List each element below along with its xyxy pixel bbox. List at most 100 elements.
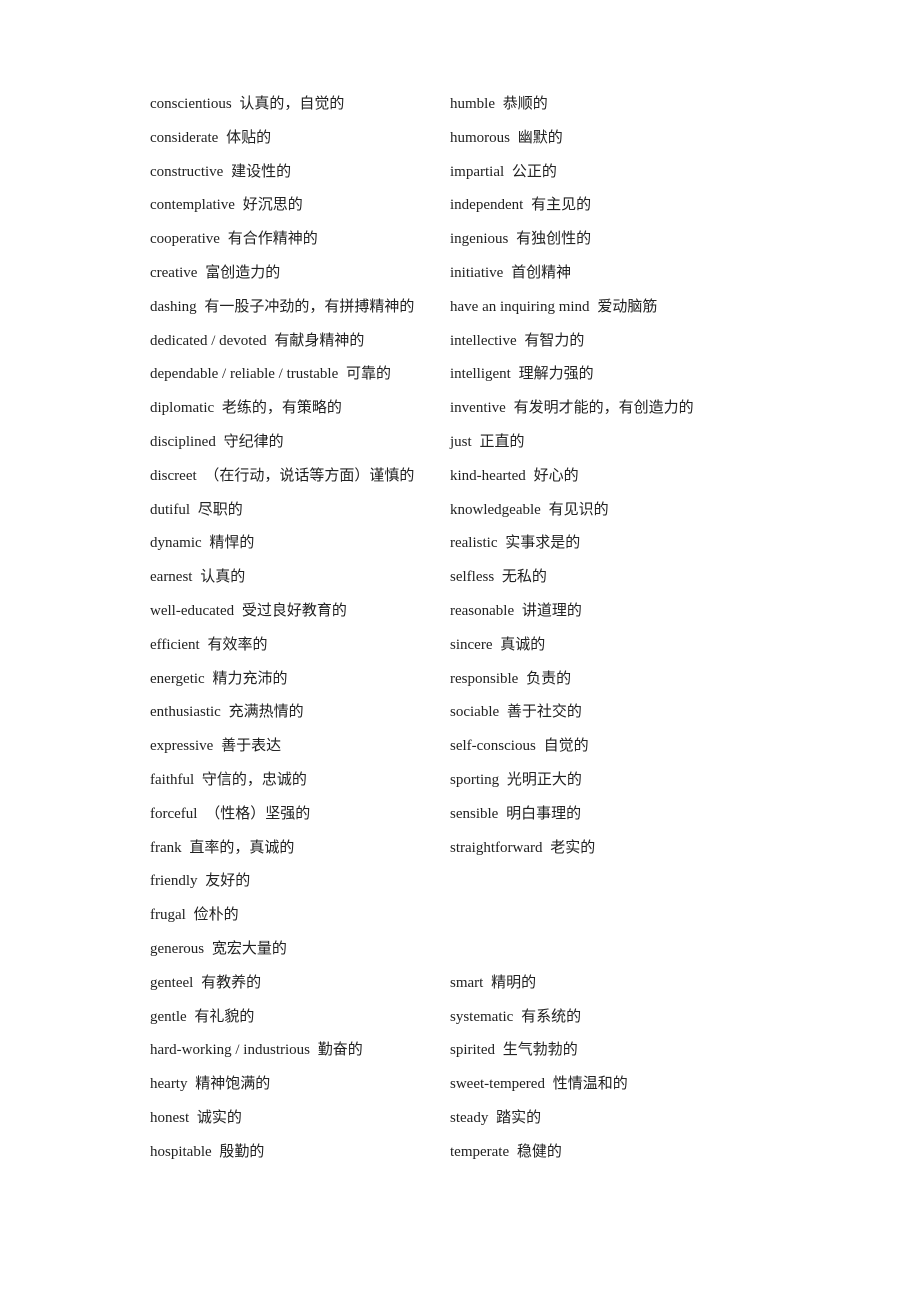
chinese-definition: 认真的，自觉的: [239, 96, 344, 112]
english-term: enthusiastic: [150, 704, 221, 720]
english-term: straightforward: [450, 840, 542, 856]
vocab-entry: selfless 无私的: [450, 561, 780, 595]
chinese-definition: 精力充沛的: [212, 671, 287, 687]
vocab-entry: just 正直的: [450, 426, 780, 460]
vocab-entry: dutiful 尽职的: [150, 494, 450, 528]
english-term: humble: [450, 96, 495, 112]
english-term: energetic: [150, 671, 205, 687]
english-term: diplomatic: [150, 400, 214, 416]
vocab-entry: forceful （性格）坚强的: [150, 798, 450, 832]
vocab-entry: intelligent 理解力强的: [450, 358, 780, 392]
vocab-entry: considerate 体贴的: [150, 122, 450, 156]
vocab-entry: hard-working / industrious 勤奋的: [150, 1034, 450, 1068]
vocab-entry: dependable / reliable / trustable 可靠的: [150, 358, 450, 392]
english-term: kind-hearted: [450, 468, 526, 484]
vocab-entry: gentle 有礼貌的: [150, 1001, 450, 1035]
english-term: smart: [450, 975, 483, 991]
vocab-entry: diplomatic 老练的，有策略的: [150, 392, 450, 426]
chinese-definition: 善于社交的: [507, 704, 582, 720]
vocab-entry: generous 宽宏大量的: [150, 933, 450, 967]
chinese-definition: 爱动脑筋: [597, 299, 657, 315]
vocab-entry: dashing 有一股子冲劲的，有拼搏精神的: [150, 291, 450, 325]
chinese-definition: 有主见的: [531, 197, 591, 213]
vocab-entry: faithful 守信的，忠诚的: [150, 764, 450, 798]
chinese-definition: 尽职的: [198, 502, 243, 518]
chinese-definition: 有发明才能的，有创造力的: [514, 400, 694, 416]
vocab-entry: inventive 有发明才能的，有创造力的: [450, 392, 780, 426]
chinese-definition: 好沉思的: [243, 197, 303, 213]
chinese-definition: 友好的: [205, 873, 250, 889]
chinese-definition: 诚实的: [197, 1110, 242, 1126]
vocab-entry: genteel 有教养的: [150, 967, 450, 1001]
chinese-definition: 性情温和的: [553, 1076, 628, 1092]
english-term: honest: [150, 1110, 189, 1126]
vocab-entry: contemplative 好沉思的: [150, 189, 450, 223]
english-term: have an inquiring mind: [450, 299, 590, 315]
vocab-entry: systematic 有系统的: [450, 1001, 780, 1035]
vocab-entry: cooperative 有合作精神的: [150, 223, 450, 257]
english-term: spirited: [450, 1042, 495, 1058]
chinese-definition: 精悍的: [209, 535, 254, 551]
chinese-definition: 精明的: [491, 975, 536, 991]
english-term: dependable / reliable / trustable: [150, 366, 338, 382]
blank-line: [450, 865, 780, 899]
chinese-definition: 无私的: [502, 569, 547, 585]
vocab-entry: humble 恭顺的: [450, 88, 780, 122]
vocab-entry: energetic 精力充沛的: [150, 663, 450, 697]
english-term: creative: [150, 265, 197, 281]
english-term: intellective: [450, 333, 517, 349]
english-term: selfless: [450, 569, 494, 585]
vocab-entry: humorous 幽默的: [450, 122, 780, 156]
english-term: initiative: [450, 265, 503, 281]
chinese-definition: 生气勃勃的: [503, 1042, 578, 1058]
chinese-definition: 充满热情的: [229, 704, 304, 720]
vocab-entry: straightforward 老实的: [450, 832, 780, 866]
english-term: intelligent: [450, 366, 511, 382]
chinese-definition: 正直的: [479, 434, 524, 450]
english-term: cooperative: [150, 231, 220, 247]
english-term: inventive: [450, 400, 506, 416]
vocabulary-columns: conscientious 认真的，自觉的considerate 体贴的cons…: [150, 88, 920, 1170]
vocab-entry: have an inquiring mind 爱动脑筋: [450, 291, 780, 325]
english-term: earnest: [150, 569, 192, 585]
english-term: systematic: [450, 1009, 513, 1025]
chinese-definition: 认真的: [200, 569, 245, 585]
english-term: frank: [150, 840, 182, 856]
vocab-entry: sensible 明白事理的: [450, 798, 780, 832]
english-term: ingenious: [450, 231, 508, 247]
chinese-definition: 踏实的: [496, 1110, 541, 1126]
english-term: dutiful: [150, 502, 190, 518]
vocab-entry: temperate 稳健的: [450, 1136, 780, 1170]
vocab-entry: dedicated / devoted 有献身精神的: [150, 325, 450, 359]
english-term: sporting: [450, 772, 499, 788]
chinese-definition: 精神饱满的: [195, 1076, 270, 1092]
vocab-entry: realistic 实事求是的: [450, 527, 780, 561]
chinese-definition: 老练的，有策略的: [222, 400, 342, 416]
vocab-entry: kind-hearted 好心的: [450, 460, 780, 494]
chinese-definition: 俭朴的: [194, 907, 239, 923]
chinese-definition: 受过良好教育的: [242, 603, 347, 619]
english-term: hard-working / industrious: [150, 1042, 310, 1058]
vocab-entry: knowledgeable 有见识的: [450, 494, 780, 528]
chinese-definition: 有智力的: [524, 333, 584, 349]
vocab-entry: disciplined 守纪律的: [150, 426, 450, 460]
english-term: hospitable: [150, 1144, 212, 1160]
chinese-definition: 直率的，真诚的: [189, 840, 294, 856]
vocab-entry: self-conscious 自觉的: [450, 730, 780, 764]
english-term: generous: [150, 941, 204, 957]
chinese-definition: 明白事理的: [506, 806, 581, 822]
chinese-definition: 实事求是的: [505, 535, 580, 551]
vocab-entry: sociable 善于社交的: [450, 696, 780, 730]
english-term: dedicated / devoted: [150, 333, 267, 349]
chinese-definition: 公正的: [512, 164, 557, 180]
right-column: humble 恭顺的humorous 幽默的impartial 公正的indep…: [450, 88, 780, 1170]
vocab-entry: intellective 有智力的: [450, 325, 780, 359]
vocab-entry: efficient 有效率的: [150, 629, 450, 663]
vocab-entry: hearty 精神饱满的: [150, 1068, 450, 1102]
english-term: conscientious: [150, 96, 232, 112]
english-term: independent: [450, 197, 523, 213]
english-term: genteel: [150, 975, 193, 991]
english-term: contemplative: [150, 197, 235, 213]
english-term: dynamic: [150, 535, 202, 551]
chinese-definition: 老实的: [550, 840, 595, 856]
